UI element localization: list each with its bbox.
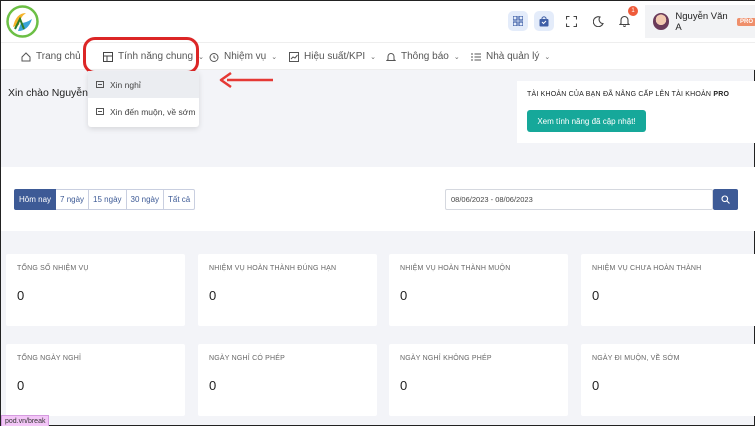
- home-icon: [21, 51, 31, 61]
- logo-icon[interactable]: [6, 5, 39, 38]
- list-icon: [471, 53, 481, 60]
- upgrade-message: TÀI KHOẢN CỦA BẠN ĐÃ NÂNG CẤP LÊN TÀI KH…: [527, 91, 730, 98]
- document-icon: [96, 81, 104, 88]
- nav-kpi[interactable]: Hiệu suất/KPI ⌄: [289, 43, 376, 70]
- filter-bar: Hôm nay 7 ngày 15 ngày 30 ngày Tất cả 08…: [1, 167, 755, 231]
- top-bar: 1 Nguyễn Văn A PRO: [1, 1, 755, 42]
- upgrade-card: TÀI KHOẢN CỦA BẠN ĐÃ NÂNG CẤP LÊN TÀI KH…: [517, 81, 755, 143]
- stat-card-on-time: NHIỆM VỤ HOÀN THÀNH ĐÚNG HẠN 0: [198, 254, 377, 326]
- shopping-bag-icon[interactable]: [534, 11, 554, 31]
- stat-value: 0: [592, 288, 600, 303]
- stat-card-total-leave: TỔNG NGÀY NGHỈ 0: [6, 344, 185, 416]
- dropdown-item-label: Xin nghỉ: [110, 79, 141, 90]
- pro-badge: PRO: [736, 17, 755, 26]
- stat-value: 0: [209, 378, 217, 393]
- user-menu[interactable]: Nguyễn Văn A PRO: [645, 5, 755, 38]
- chevron-down-icon: ⌄: [370, 53, 377, 61]
- avatar: [653, 13, 670, 30]
- stat-title: TỔNG NGÀY NGHỈ: [17, 355, 82, 362]
- range-today-button[interactable]: Hôm nay: [14, 189, 57, 210]
- range-all-button[interactable]: Tất cả: [163, 189, 196, 210]
- features-dropdown: Xin nghỉ Xin đến muộn, về sớm: [88, 71, 199, 127]
- stat-title: NHIỆM VỤ HOÀN THÀNH ĐÚNG HẠN: [209, 265, 337, 272]
- stat-card-total-tasks: TỔNG SỐ NHIỆM VỤ 0: [6, 254, 185, 326]
- status-bar-url: pod.vn/break: [1, 415, 50, 426]
- stat-value: 0: [592, 378, 600, 393]
- stat-value: 0: [17, 288, 25, 303]
- notification-badge: 1: [628, 6, 638, 16]
- greeting-text: Xin chào Nguyễn: [8, 87, 88, 99]
- user-name: Nguyễn Văn A: [675, 10, 728, 33]
- nav-home[interactable]: Trang chủ: [21, 43, 81, 70]
- chevron-down-icon: ⌄: [544, 53, 551, 61]
- stat-value: 0: [17, 378, 25, 393]
- nav-kpi-label: Hiệu suất/KPI: [304, 51, 366, 62]
- dropdown-item-label: Xin đến muộn, về sớm: [110, 106, 196, 117]
- stat-value: 0: [400, 378, 408, 393]
- range-30days-button[interactable]: 30 ngày: [126, 189, 164, 210]
- stat-card-late-early: NGÀY ĐI MUỘN, VỀ SỚM 0: [581, 344, 755, 416]
- search-icon: [721, 195, 730, 204]
- stat-title: NGÀY ĐI MUỘN, VỀ SỚM: [592, 355, 680, 362]
- highlight-annotation: [83, 37, 199, 74]
- stat-value: 0: [209, 288, 217, 303]
- grid-icon[interactable]: [508, 11, 528, 31]
- stat-value: 0: [400, 288, 408, 303]
- range-15days-button[interactable]: 15 ngày: [89, 189, 127, 210]
- moon-icon[interactable]: [588, 11, 608, 31]
- stat-card-late: NHIỆM VỤ HOÀN THÀNH MUỘN 0: [389, 254, 568, 326]
- timer-icon: [209, 52, 219, 62]
- chart-icon: [289, 51, 299, 62]
- stat-title: NGÀY NGHỈ CÓ PHÉP: [209, 355, 286, 362]
- nav-home-label: Trang chủ: [36, 51, 81, 62]
- dropdown-item-leave[interactable]: Xin nghỉ: [88, 71, 199, 98]
- range-7days-button[interactable]: 7 ngày: [56, 189, 90, 210]
- date-range-group: Hôm nay 7 ngày 15 ngày 30 ngày Tất cả: [14, 189, 196, 210]
- nav-notifications-label: Thông báo: [401, 51, 449, 62]
- dropdown-item-late-early[interactable]: Xin đến muộn, về sớm: [88, 98, 199, 125]
- nav-tasks-label: Nhiệm vụ: [224, 51, 267, 62]
- nav-manager-label: Nhà quản lý: [486, 51, 540, 62]
- date-range-input[interactable]: 08/06/2023 - 08/06/2023: [445, 189, 713, 210]
- bell-icon[interactable]: 1: [614, 6, 638, 31]
- stat-title: NHIỆM VỤ HOÀN THÀNH MUỘN: [400, 265, 511, 272]
- arrow-annotation: [219, 71, 273, 89]
- chevron-down-icon: ⌄: [453, 53, 460, 61]
- stat-card-approved-leave: NGÀY NGHỈ CÓ PHÉP 0: [198, 344, 377, 416]
- view-updates-button[interactable]: Xem tính năng đã cập nhật!: [527, 110, 646, 132]
- nav-manager[interactable]: Nhà quản lý ⌄: [471, 43, 550, 70]
- document-icon: [96, 108, 104, 115]
- bell-icon: [386, 52, 396, 61]
- search-button[interactable]: [713, 189, 738, 210]
- nav-notifications[interactable]: Thông báo ⌄: [386, 43, 460, 70]
- stat-title: TỔNG SỐ NHIỆM VỤ: [17, 265, 89, 272]
- stat-title: NGÀY NGHỈ KHÔNG PHÉP: [400, 355, 492, 362]
- nav-tasks[interactable]: Nhiệm vụ ⌄: [209, 43, 277, 70]
- stat-card-incomplete: NHIỆM VỤ CHƯA HOÀN THÀNH 0: [581, 254, 755, 326]
- stat-title: NHIỆM VỤ CHƯA HOÀN THÀNH: [592, 265, 702, 272]
- stat-card-unapproved-leave: NGÀY NGHỈ KHÔNG PHÉP 0: [389, 344, 568, 416]
- fullscreen-icon[interactable]: [561, 11, 581, 31]
- chevron-down-icon: ⌄: [271, 53, 278, 61]
